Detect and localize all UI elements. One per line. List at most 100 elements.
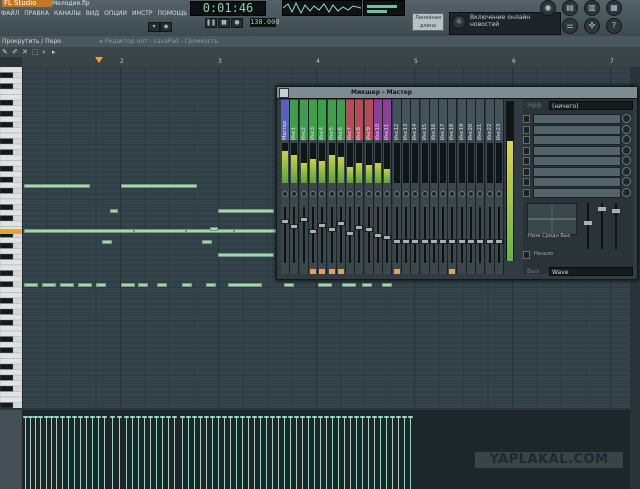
menu-edit[interactable]: ПРАВКА	[23, 9, 50, 19]
play-icon[interactable]: ▸	[52, 47, 56, 57]
mixer-track[interactable]: Инс17	[439, 99, 449, 274]
velocity-bar[interactable]	[230, 417, 231, 489]
note-block[interactable]	[121, 283, 135, 287]
mixer-track[interactable]: Инс18	[448, 99, 458, 274]
velocity-handle[interactable]	[198, 416, 203, 418]
white-key[interactable]	[0, 220, 22, 227]
white-key[interactable]	[0, 303, 22, 310]
note-block[interactable]	[24, 229, 134, 233]
velocity-bar[interactable]	[162, 417, 163, 489]
velocity-bar[interactable]	[218, 417, 219, 489]
pan-knob[interactable]	[356, 191, 363, 197]
black-key[interactable]	[0, 176, 14, 183]
fx-slot[interactable]	[533, 135, 621, 145]
track-header[interactable]: Инс19	[457, 100, 466, 140]
black-key[interactable]	[0, 187, 14, 194]
velocity-bar[interactable]	[80, 417, 81, 489]
track-header[interactable]: Инс20	[467, 100, 475, 140]
black-key[interactable]	[0, 253, 14, 260]
mixer-track[interactable]: Инс9	[364, 99, 374, 274]
pan-knob[interactable]	[477, 191, 484, 197]
pan-knob[interactable]	[365, 191, 372, 197]
white-key[interactable]	[0, 325, 22, 332]
menu-view[interactable]: ВИД	[85, 9, 100, 19]
note-block[interactable]	[121, 184, 197, 188]
velocity-handle[interactable]	[136, 416, 141, 418]
volume-fader[interactable]	[318, 223, 327, 228]
pan-knob[interactable]	[486, 191, 493, 197]
velocity-bar[interactable]	[272, 417, 273, 489]
pan-knob[interactable]	[291, 191, 298, 197]
plugin-icon[interactable]: ✣	[584, 18, 600, 34]
velocity-handle[interactable]	[78, 416, 83, 418]
volume-fader[interactable]	[290, 224, 299, 229]
white-key[interactable]	[0, 275, 22, 282]
track-header[interactable]: Инс21	[476, 100, 485, 140]
volume-fader[interactable]	[439, 239, 448, 244]
velocity-handle[interactable]	[192, 416, 197, 418]
pause-button[interactable]: ❚❚	[205, 18, 217, 28]
volume-fader[interactable]	[429, 239, 438, 244]
volume-fader[interactable]	[411, 239, 420, 244]
playhead-marker[interactable]	[95, 57, 103, 63]
track-header[interactable]: Инс1	[290, 100, 299, 140]
velocity-handle[interactable]	[270, 416, 275, 418]
velocity-handle[interactable]	[378, 416, 383, 418]
black-key[interactable]	[0, 402, 14, 409]
velocity-handle[interactable]	[294, 416, 299, 418]
track-header[interactable]: Инс10	[374, 100, 382, 140]
velocity-bar[interactable]	[356, 417, 357, 489]
velocity-handle[interactable]	[408, 416, 413, 418]
velocity-handle[interactable]	[234, 416, 239, 418]
eq-band-buttons[interactable]: Низк Средн Выс	[528, 233, 570, 239]
track-header[interactable]: Инс4	[318, 100, 327, 140]
slot-led-icon[interactable]	[523, 115, 530, 123]
velocity-bar[interactable]	[126, 417, 127, 489]
black-key[interactable]	[0, 336, 14, 343]
piano-keyboard[interactable]	[0, 67, 22, 408]
velocity-handle[interactable]	[216, 416, 221, 418]
white-key[interactable]	[0, 391, 22, 398]
piano-icon[interactable]: ▥	[584, 0, 600, 16]
track-header[interactable]: Инс9	[364, 100, 373, 140]
pan-knob[interactable]	[337, 191, 344, 197]
slot-led-icon[interactable]	[523, 167, 530, 176]
black-key[interactable]	[0, 363, 14, 370]
track-header[interactable]: Инс5	[327, 100, 336, 140]
white-key[interactable]	[0, 67, 22, 73]
white-key[interactable]	[0, 286, 22, 293]
track-header[interactable]: Инс14	[411, 100, 420, 140]
mix-led-icon[interactable]	[523, 251, 530, 259]
velocity-handle[interactable]	[210, 416, 215, 418]
velocity-bar[interactable]	[138, 417, 139, 489]
velocity-handle[interactable]	[204, 416, 209, 418]
velocity-bar[interactable]	[320, 417, 321, 489]
black-key[interactable]	[0, 83, 14, 90]
black-key[interactable]	[0, 138, 14, 145]
velocity-handle[interactable]	[372, 416, 377, 418]
velocity-bar[interactable]	[332, 417, 333, 489]
white-key[interactable]	[0, 143, 22, 150]
velocity-bar[interactable]	[144, 417, 145, 489]
velocity-handle[interactable]	[172, 416, 177, 418]
pan-knob[interactable]	[319, 191, 326, 197]
velocity-handle[interactable]	[312, 416, 317, 418]
volume-fader[interactable]	[467, 239, 475, 244]
velocity-handle[interactable]	[276, 416, 281, 418]
velocity-handle[interactable]	[318, 416, 323, 418]
note-block[interactable]	[182, 283, 192, 287]
velocity-bar[interactable]	[46, 417, 47, 489]
help-icon[interactable]: ?	[606, 18, 622, 34]
black-key[interactable]	[0, 319, 14, 326]
fx-slot[interactable]	[533, 177, 621, 187]
fx-slot[interactable]	[533, 187, 621, 198]
note-block[interactable]	[78, 283, 92, 287]
velocity-handle[interactable]	[354, 416, 359, 418]
track-header[interactable]: Инс22	[485, 100, 494, 140]
velocity-handle[interactable]	[96, 416, 101, 418]
velocity-handle[interactable]	[38, 416, 43, 418]
pan-knob[interactable]	[328, 191, 335, 197]
delete-icon[interactable]: ✕	[22, 47, 28, 57]
velocity-bar[interactable]	[200, 417, 201, 489]
volume-fader[interactable]	[364, 227, 373, 232]
